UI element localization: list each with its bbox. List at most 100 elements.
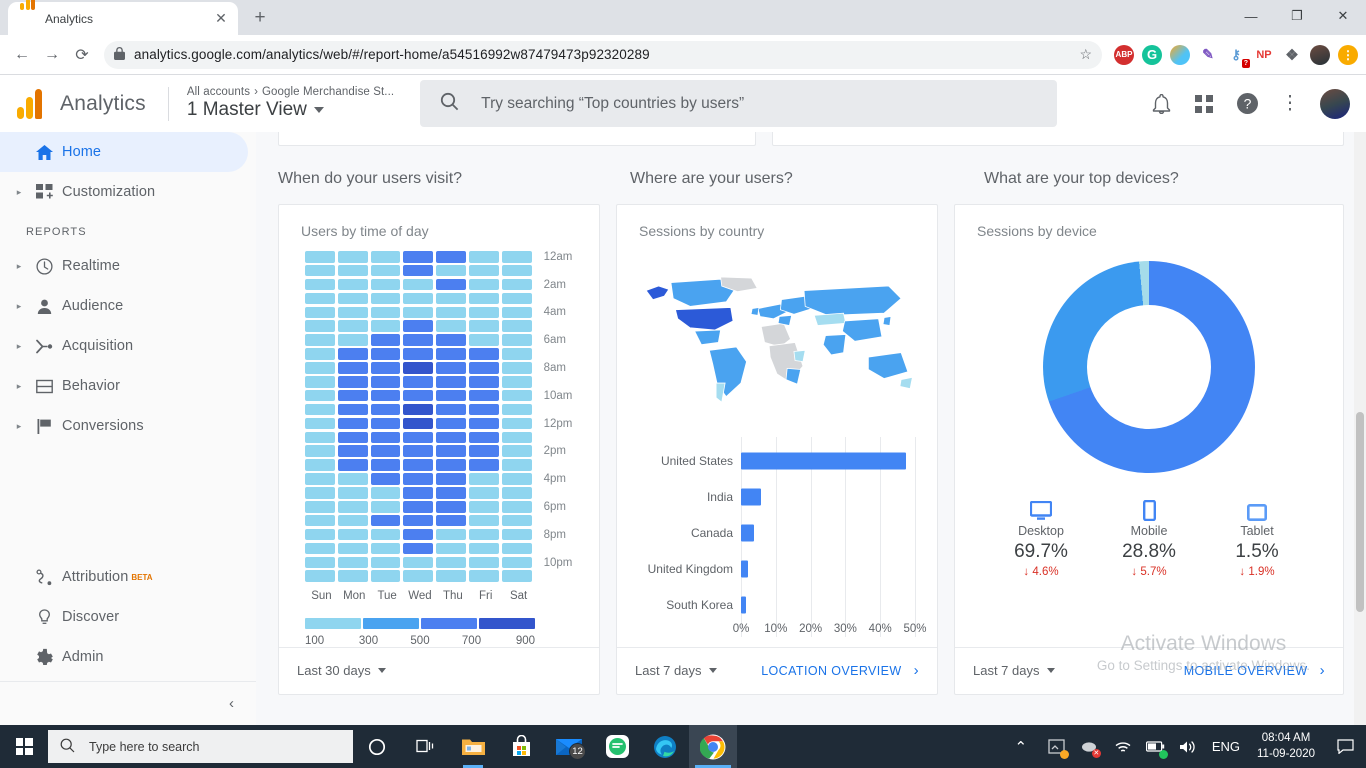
heatmap-cell[interactable] — [337, 320, 368, 332]
heatmap-cell[interactable] — [468, 570, 499, 582]
heatmap-cell[interactable] — [337, 445, 368, 457]
profile-avatar-icon[interactable] — [1310, 44, 1330, 65]
heatmap-cell[interactable] — [370, 459, 401, 471]
heatmap-cell[interactable] — [337, 348, 368, 360]
heatmap-cell[interactable] — [468, 376, 499, 388]
heatmap-cell[interactable] — [436, 542, 466, 555]
heatmap-cell[interactable] — [370, 542, 401, 555]
heatmap-cell[interactable] — [501, 570, 532, 582]
heatmap-cell[interactable] — [468, 264, 499, 277]
heatmap-cell[interactable] — [436, 528, 466, 541]
heatmap-cell[interactable] — [403, 348, 434, 360]
heatmap-cell[interactable] — [337, 528, 368, 541]
sidebar-item-acquisition[interactable]: ▸ Acquisition — [0, 326, 256, 366]
heatmap-cell[interactable] — [337, 362, 368, 374]
wifi-icon[interactable] — [1113, 737, 1133, 757]
url-input[interactable]: analytics.google.com/analytics/web/#/rep… — [104, 40, 1102, 69]
heatmap-cell[interactable] — [370, 362, 401, 374]
heatmap-cell[interactable] — [305, 376, 335, 388]
heatmap-cell[interactable] — [370, 556, 401, 569]
heatmap-cell[interactable] — [403, 570, 434, 582]
cortana-icon[interactable] — [353, 725, 401, 768]
maximize-button[interactable]: ❐ — [1274, 0, 1320, 32]
heatmap-cell[interactable] — [468, 487, 499, 499]
sidebar-item-discover[interactable]: Discover — [0, 597, 256, 637]
heatmap-cell[interactable] — [337, 403, 368, 416]
location-overview-link[interactable]: LOCATION OVERVIEW › — [761, 662, 919, 679]
heatmap-cell[interactable] — [305, 362, 335, 374]
heatmap-cell[interactable] — [436, 501, 466, 513]
more-options-icon[interactable]: ⋮ — [1277, 91, 1303, 117]
heatmap-cell[interactable] — [305, 514, 335, 527]
country-bar[interactable] — [741, 560, 748, 578]
heatmap-cell[interactable] — [436, 487, 466, 499]
heatmap-cell[interactable] — [468, 514, 499, 527]
mobile-overview-link[interactable]: MOBILE OVERVIEW › — [1184, 662, 1325, 679]
heatmap-cell[interactable] — [305, 320, 335, 332]
bookmark-star-icon[interactable]: ☆ — [1079, 46, 1092, 63]
taskbar-mail[interactable]: 12 — [545, 725, 593, 768]
heatmap-cell[interactable] — [403, 514, 434, 527]
sidebar-item-conversions[interactable]: ▸ Conversions — [0, 406, 256, 446]
map-country-shape[interactable] — [803, 285, 902, 316]
heatmap-grid[interactable] — [305, 251, 532, 582]
heatmap-cell[interactable] — [501, 348, 532, 360]
onedrive-sync-icon[interactable] — [1047, 737, 1069, 759]
heatmap-cell[interactable] — [337, 459, 368, 471]
heatmap-cell[interactable] — [403, 417, 434, 430]
heatmap-cell[interactable] — [305, 251, 335, 263]
heatmap-cell[interactable] — [468, 445, 499, 457]
heatmap-cell[interactable] — [468, 459, 499, 471]
heatmap-cell[interactable] — [436, 251, 466, 263]
language-indicator[interactable]: ENG — [1212, 739, 1240, 754]
forward-icon[interactable]: → — [38, 41, 66, 69]
heatmap-cell[interactable] — [305, 403, 335, 416]
heatmap-cell[interactable] — [403, 389, 434, 402]
search-input[interactable]: Try searching “Top countries by users” — [420, 80, 1058, 127]
heatmap-cell[interactable] — [403, 556, 434, 569]
heatmap-cell[interactable] — [436, 514, 466, 527]
heatmap-cell[interactable] — [436, 306, 466, 319]
map-country-shape[interactable] — [715, 382, 726, 403]
heatmap-cell[interactable] — [501, 417, 532, 430]
heatmap-cell[interactable] — [501, 514, 532, 527]
country-bar-row[interactable]: India — [633, 473, 916, 529]
heatmap-cell[interactable] — [337, 431, 368, 444]
heatmap-cell[interactable] — [305, 417, 335, 430]
heatmap-cell[interactable] — [403, 251, 434, 263]
back-icon[interactable]: ← — [8, 41, 36, 69]
heatmap-cell[interactable] — [468, 320, 499, 332]
chrome-menu-icon[interactable]: ⋮ — [1338, 44, 1358, 65]
heatmap-cell[interactable] — [370, 487, 401, 499]
help-icon[interactable]: ? — [1234, 91, 1260, 117]
heatmap-cell[interactable] — [370, 473, 401, 485]
start-button[interactable] — [0, 725, 48, 768]
heatmap-cell[interactable] — [370, 306, 401, 319]
minimize-button[interactable]: — — [1228, 0, 1274, 32]
map-country-shape[interactable] — [867, 352, 909, 379]
browser-tab-analytics[interactable]: Analytics ✕ — [8, 0, 238, 35]
heatmap-cell[interactable] — [468, 292, 499, 305]
country-bar[interactable] — [741, 488, 762, 506]
grammarly-extension-icon[interactable]: G — [1142, 44, 1162, 65]
heatmap-cell[interactable] — [468, 431, 499, 444]
heatmap-cell[interactable] — [305, 528, 335, 541]
heatmap-cell[interactable] — [370, 376, 401, 388]
antivirus-icon[interactable]: ✕ — [1080, 737, 1101, 758]
heatmap-cell[interactable] — [501, 306, 532, 319]
new-tab-button[interactable]: + — [246, 4, 274, 32]
heatmap-cell[interactable] — [337, 501, 368, 513]
world-map-chart[interactable] — [633, 239, 921, 439]
device-stat[interactable]: Mobile 28.8% ↓ 5.7% — [1101, 495, 1197, 578]
heatmap-cell[interactable] — [501, 528, 532, 541]
taskbar-file-explorer[interactable] — [449, 725, 497, 768]
heatmap-cell[interactable] — [305, 264, 335, 277]
apps-grid-icon[interactable] — [1191, 91, 1217, 117]
country-bar[interactable] — [741, 452, 907, 470]
heatmap-cell[interactable] — [403, 376, 434, 388]
heatmap-cell[interactable] — [468, 389, 499, 402]
heatmap-cell[interactable] — [337, 334, 368, 346]
country-bar-row[interactable]: Canada — [633, 509, 916, 565]
heatmap-cell[interactable] — [337, 264, 368, 277]
heatmap-cell[interactable] — [337, 570, 368, 582]
